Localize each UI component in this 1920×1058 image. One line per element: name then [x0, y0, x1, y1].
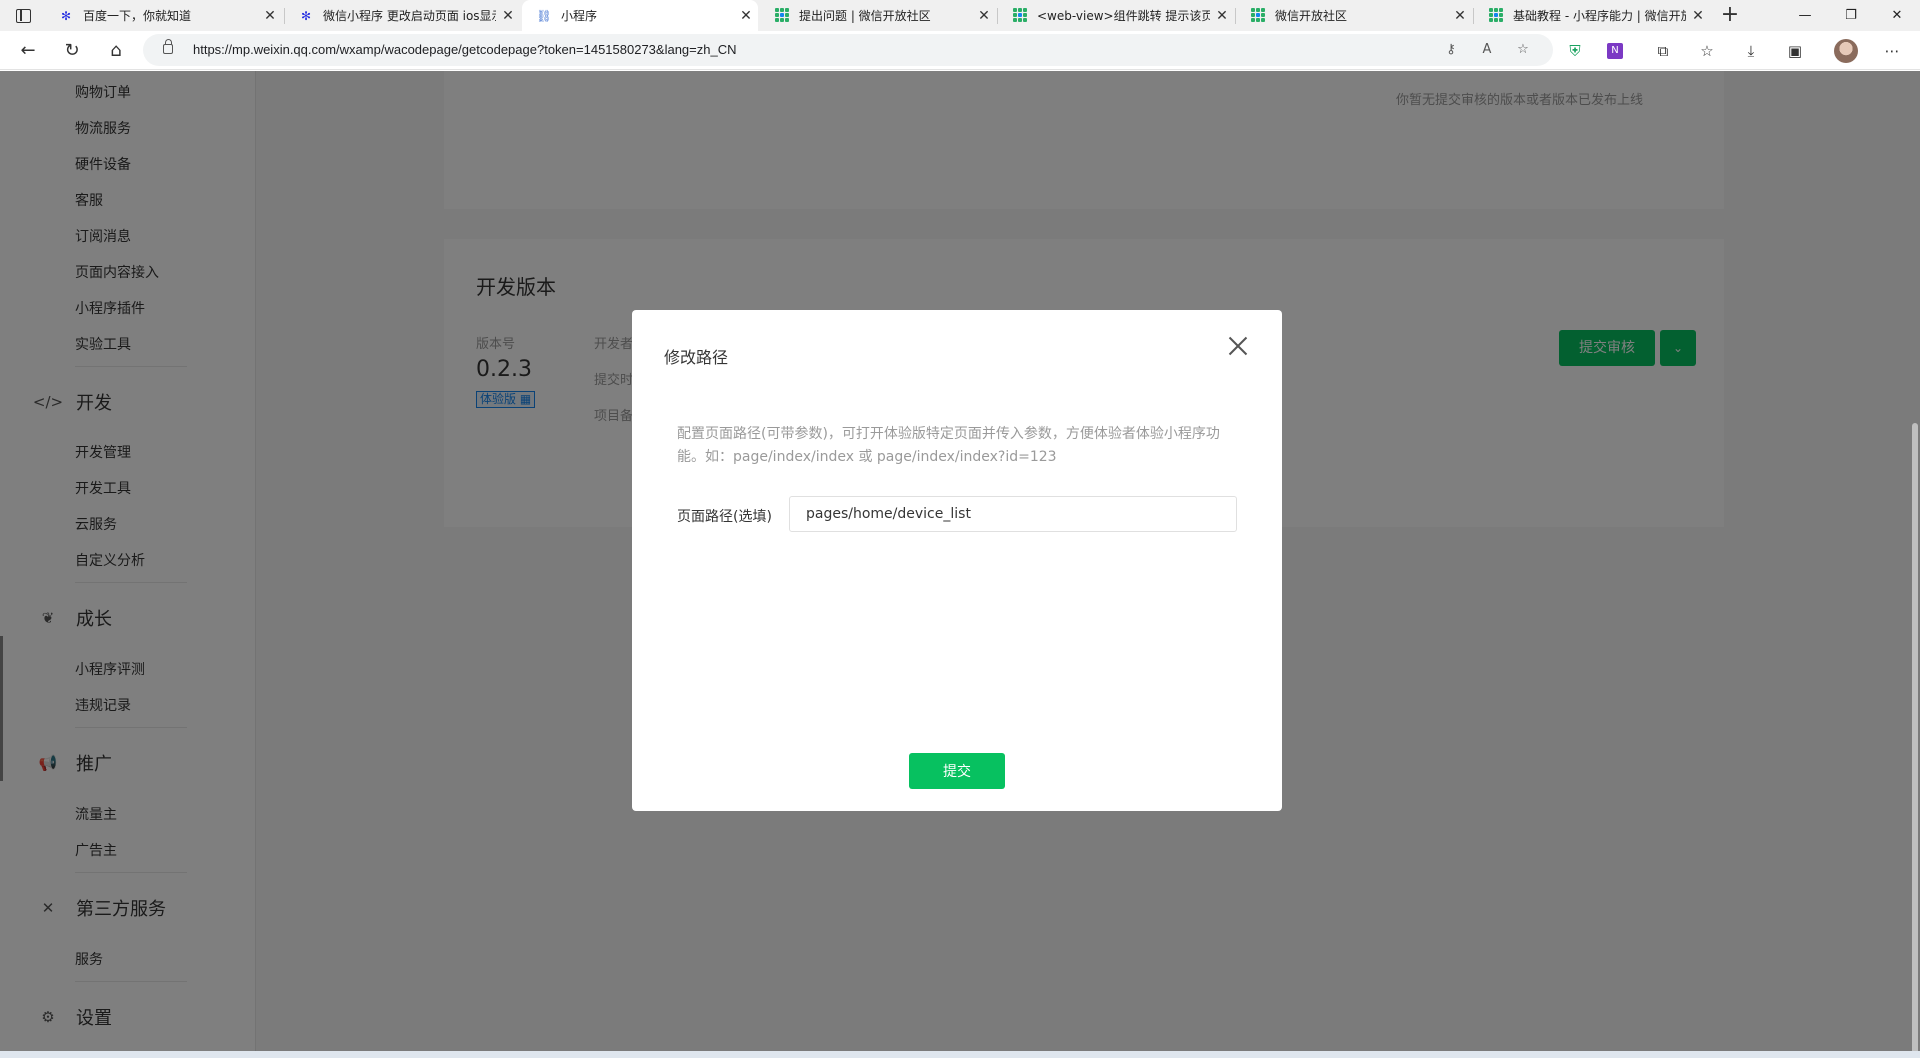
tab-close-icon[interactable]: ✕: [734, 8, 758, 24]
browser-tab[interactable]: ✻ 微信小程序 更改启动页面 ios显示 ✕: [284, 0, 520, 31]
home-icon[interactable]: ⌂: [102, 37, 130, 65]
tab-title: 微信小程序 更改启动页面 ios显示: [323, 9, 496, 23]
tab-close-icon[interactable]: ✕: [258, 8, 282, 24]
browser-tab[interactable]: 提出问题 | 微信开放社区 ✕: [760, 0, 996, 31]
tab-actions-icon[interactable]: [10, 5, 36, 27]
new-tab-button[interactable]: +: [1716, 2, 1744, 30]
window-close-button[interactable]: ✕: [1874, 0, 1920, 31]
download-icon[interactable]: ⤓: [1739, 39, 1763, 63]
tab-title: 小程序: [561, 9, 598, 23]
tab-close-icon[interactable]: ✕: [972, 8, 996, 24]
browser-tab[interactable]: ✻ 百度一下，你就知道 ✕: [44, 0, 282, 31]
browser-toolbar: ← ↻ ⌂ https://mp.weixin.qq.com/wxamp/wac…: [0, 31, 1920, 70]
tab-close-icon[interactable]: ✕: [1686, 8, 1710, 24]
lock-icon[interactable]: [163, 39, 173, 54]
key-icon[interactable]: ⚷: [1441, 40, 1461, 60]
browser-tab-active[interactable]: ⛓ 小程序 ✕: [522, 0, 758, 31]
tab-title: 基础教程 - 小程序能力 | 微信开放: [1513, 9, 1686, 23]
refresh-icon[interactable]: ↻: [58, 37, 86, 65]
address-bar[interactable]: https://mp.weixin.qq.com/wxamp/wacodepag…: [143, 34, 1553, 66]
tab-close-icon[interactable]: ✕: [496, 8, 520, 24]
browser-tab-strip: ✻ 百度一下，你就知道 ✕ ✻ 微信小程序 更改启动页面 ios显示 ✕ ⛓ 小…: [0, 0, 1920, 31]
back-icon[interactable]: ←: [14, 37, 42, 65]
taskbar-edge: [0, 1051, 1920, 1058]
tab-title: 百度一下，你就知道: [83, 9, 192, 23]
shield-icon[interactable]: ⛨: [1563, 39, 1587, 63]
browser-tab[interactable]: 基础教程 - 小程序能力 | 微信开放 ✕: [1474, 0, 1710, 31]
favorites-icon[interactable]: ☆: [1695, 39, 1719, 63]
submit-button[interactable]: 提交: [909, 753, 1005, 789]
wechat-community-icon: [1250, 7, 1266, 24]
screenshot-icon[interactable]: ▣: [1783, 39, 1807, 63]
extensions-icon[interactable]: ⧉: [1651, 39, 1675, 63]
baidu-paw-icon: ✻: [60, 8, 72, 23]
baidu-paw-icon: ✻: [300, 8, 312, 23]
tab-title: 提出问题 | 微信开放社区: [799, 9, 931, 23]
tab-title: 微信开放社区: [1275, 9, 1348, 23]
link-icon: ⛓: [536, 8, 552, 23]
browser-tab[interactable]: 微信开放社区 ✕: [1236, 0, 1472, 31]
more-menu-icon[interactable]: ⋯: [1880, 39, 1904, 63]
page-path-label: 页面路径(选填): [677, 509, 772, 525]
page-scrollbar[interactable]: [1912, 423, 1918, 1058]
onenote-icon[interactable]: N: [1607, 43, 1623, 59]
wechat-community-icon: [774, 7, 790, 24]
browser-tab[interactable]: <web-view>组件跳转 提示该页面 ✕: [998, 0, 1234, 31]
tab-close-icon[interactable]: ✕: [1210, 8, 1234, 24]
avatar[interactable]: [1834, 39, 1858, 63]
url-text[interactable]: https://mp.weixin.qq.com/wxamp/wacodepag…: [193, 42, 736, 57]
page-path-input[interactable]: [789, 496, 1237, 532]
page-content: 购物订单 物流服务 硬件设备 客服 订阅消息 页面内容接入 小程序插件 实验工具…: [0, 71, 1920, 1058]
edit-path-dialog: 修改路径 配置页面路径(可带参数)，可打开体验版特定页面并传入参数，方便体验者体…: [632, 310, 1282, 811]
tab-title: <web-view>组件跳转 提示该页面: [1037, 9, 1210, 23]
read-aloud-icon[interactable]: A: [1477, 40, 1497, 60]
close-icon[interactable]: [1226, 334, 1250, 358]
dialog-title: 修改路径: [664, 348, 729, 367]
wechat-community-icon: [1488, 7, 1504, 24]
minimize-button[interactable]: —: [1782, 0, 1828, 31]
tab-close-icon[interactable]: ✕: [1448, 8, 1472, 24]
restore-button[interactable]: ❐: [1828, 0, 1874, 31]
add-favorite-icon[interactable]: ☆: [1513, 40, 1533, 60]
wechat-community-icon: [1012, 7, 1028, 24]
dialog-description: 配置页面路径(可带参数)，可打开体验版特定页面并传入参数，方便体验者体验小程序功…: [677, 426, 1220, 465]
